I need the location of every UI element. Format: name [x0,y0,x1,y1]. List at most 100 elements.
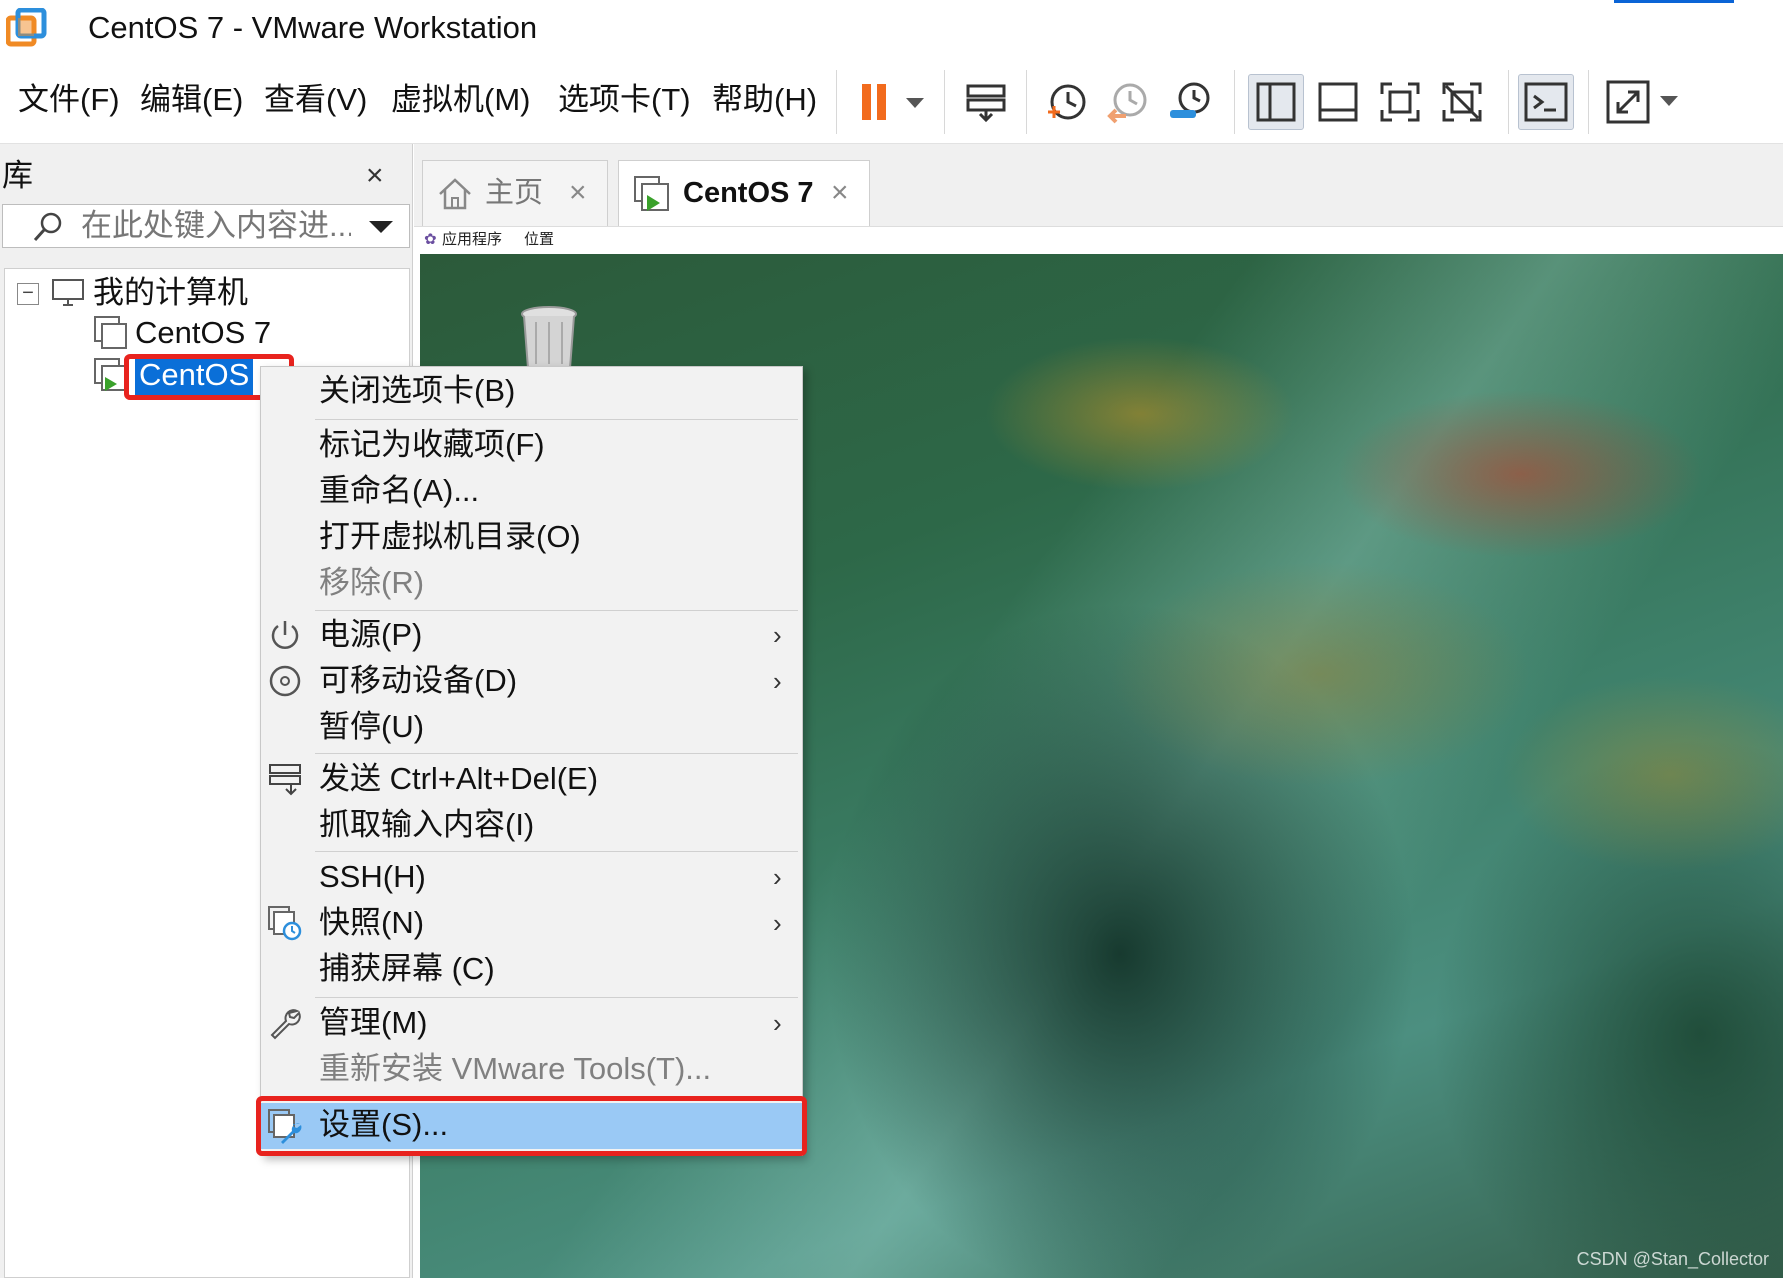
stretch-button[interactable] [1600,74,1656,130]
unity-button[interactable] [1434,74,1490,130]
ctx-item-label: 发送 Ctrl+Alt+Del(E) [319,761,599,796]
ctx-item-send-ctrl-alt-del[interactable]: 发送 Ctrl+Alt+Del(E) [261,757,802,801]
window-title: CentOS 7 - VMware Workstation [88,10,538,45]
home-icon [439,178,471,210]
tree-expander[interactable]: − [17,283,39,305]
ctx-item-label: 打开虚拟机目录(O) [319,519,581,554]
snapshot-manager-icon [1170,82,1210,118]
toolbar-separator [1026,70,1027,134]
library-view-icon [1256,82,1296,122]
snapshot-revert-icon [1107,83,1147,124]
send-ctrl-alt-del-icon [966,84,1006,123]
ctx-item-label: 移除(R) [319,565,425,600]
power-icon [271,621,299,649]
ctx-item-rename[interactable]: 重命名(A)... [261,469,802,513]
snapshot-take-icon [1048,84,1086,120]
ctx-item-capture-screen[interactable]: 捕获屏幕 (C) [261,947,802,991]
tab-centos7[interactable]: CentOS 7 × [618,160,870,226]
ctx-item-label: SSH(H) [319,859,426,894]
ctx-item-label: 标记为收藏项(F) [319,427,545,462]
library-close-icon[interactable]: × [366,156,384,196]
ctx-item-power[interactable]: 电源(P) › [261,613,802,657]
snapshot-icon [268,906,302,941]
toolbar-separator [944,70,945,134]
ctx-item-label: 快照(N) [319,905,425,940]
library-title: 库 [2,158,33,193]
cd-icon [269,665,301,697]
ctx-item-open-vm-directory[interactable]: 打开虚拟机目录(O) [261,515,802,559]
library-search-input[interactable] [81,207,351,245]
send-ctrl-alt-del-button[interactable] [958,74,1014,130]
menu-file[interactable]: 文件(F) [18,78,120,122]
watermark: CSDN @Stan_Collector [1576,1249,1769,1269]
thumbnail-bar-button[interactable] [1310,74,1366,130]
ctx-item-label: 抓取输入内容(I) [319,807,535,842]
menu-vm[interactable]: 虚拟机(M) [391,78,530,122]
menu-separator [315,851,798,852]
title-bar: CentOS 7 - VMware Workstation [0,0,1783,56]
take-snapshot-button[interactable] [1038,74,1094,130]
ctx-item-remove: 移除(R) [261,561,802,605]
ctx-item-favorite[interactable]: 标记为收藏项(F) [261,423,802,467]
submenu-arrow-icon: › [773,666,782,696]
ctx-item-settings[interactable]: 设置(S)... [261,1103,802,1149]
pause-icon [862,84,886,120]
menu-tabs[interactable]: 选项卡(T) [558,78,691,122]
stretch-dropdown-caret[interactable] [1660,96,1678,106]
menu-separator [315,610,798,611]
menu-separator [315,997,798,998]
ctx-item-grab-input[interactable]: 抓取输入内容(I) [261,803,802,847]
ctx-item-removable-devices[interactable]: 可移动设备(D) › [261,659,802,703]
vmware-logo-icon [5,7,48,50]
unity-icon [1442,82,1482,122]
menu-separator [315,419,798,420]
submenu-arrow-icon: › [773,862,782,892]
search-dropdown-caret[interactable] [369,221,393,233]
submenu-arrow-icon: › [773,620,782,650]
ctx-item-ssh[interactable]: SSH(H) › [261,855,802,899]
ctx-item-label: 可移动设备(D) [319,663,518,698]
trash-icon[interactable] [520,306,578,372]
applications-icon: ✿ [424,231,437,248]
context-menu: 关闭选项卡(B) 标记为收藏项(F) 重命名(A)... 打开虚拟机目录(O) … [260,366,803,1156]
guest-applications-menu[interactable]: 应用程序 [442,227,502,253]
revert-snapshot-button[interactable] [1100,74,1156,130]
menu-view[interactable]: 查看(V) [264,78,367,122]
submenu-arrow-icon: › [773,1008,782,1038]
menu-edit[interactable]: 编辑(E) [140,78,243,122]
menu-help[interactable]: 帮助(H) [712,78,817,122]
menu-toolbar-bar: 文件(F) 编辑(E) 查看(V) 虚拟机(M) 选项卡(T) 帮助(H) [0,56,1783,144]
ctx-item-label: 捕获屏幕 (C) [319,951,495,986]
vm-icon [94,316,127,349]
ctx-item-close-tab[interactable]: 关闭选项卡(B) [261,369,802,413]
search-icon [33,212,62,242]
console-view-button[interactable] [1518,74,1574,130]
tree-item-label: 我的计算机 [93,275,248,310]
toolbar-separator [1508,70,1509,134]
settings-icon [268,1109,302,1144]
ctx-item-label: 关闭选项卡(B) [319,373,516,408]
library-view-button[interactable] [1248,74,1304,130]
tree-item-label-selected: CentOS [135,355,254,395]
tab-label: 主页 [485,177,544,209]
pause-button[interactable] [846,74,902,130]
tree-item-label: CentOS 7 [135,315,272,350]
menu-separator [315,753,798,754]
guest-top-bar: ✿ 应用程序 位置 [414,226,1783,254]
tab-home[interactable]: 主页 × [422,160,608,226]
guest-places-menu[interactable]: 位置 [524,227,554,253]
fullscreen-button[interactable] [1372,74,1428,130]
ctx-item-snapshot[interactable]: 快照(N) › [261,901,802,945]
title-accent-bar [1614,0,1734,3]
vm-running-icon [94,358,127,391]
ctx-item-pause[interactable]: 暂停(U) [261,705,802,749]
fullscreen-icon [1380,82,1420,122]
ctx-item-reinstall-vmware-tools: 重新安装 VMware Tools(T)... [261,1047,802,1091]
tab-close-icon[interactable]: × [831,173,849,213]
tab-close-icon[interactable]: × [569,173,587,213]
stretch-icon [1606,80,1650,124]
toolbar-separator [1588,70,1589,134]
ctx-item-manage[interactable]: 管理(M) › [261,1001,802,1045]
pause-dropdown-caret[interactable] [906,98,924,108]
snapshot-manager-button[interactable] [1162,74,1218,130]
